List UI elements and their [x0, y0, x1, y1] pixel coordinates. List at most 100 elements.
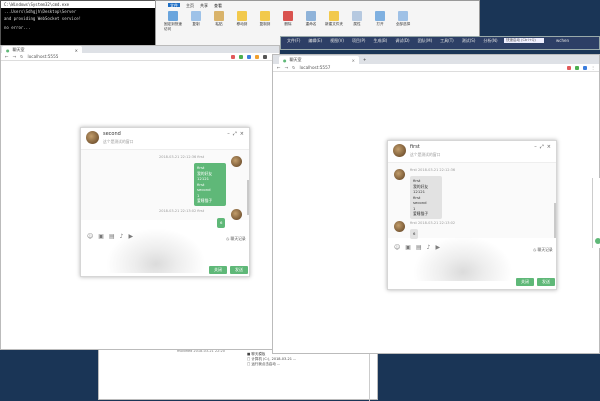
message-area: 2018-03-21 22:12:36 first first 我的好友1212… — [81, 150, 249, 220]
pin-icon — [168, 11, 178, 21]
chat-header: first 这个是测试的窗口 – ⤢ × — [388, 141, 556, 163]
chat-name: first — [410, 144, 420, 150]
forward-icon[interactable]: → — [285, 65, 289, 70]
pin-button[interactable]: 固定到快速访问 — [164, 11, 182, 32]
browser-tab[interactable]: ● 聊天室 × — [279, 56, 359, 64]
extension-icon[interactable] — [574, 65, 579, 70]
maximize-icon[interactable]: ⤢ — [540, 144, 544, 150]
avatar[interactable] — [86, 131, 99, 144]
vs-menu-item[interactable]: 团队(M) — [418, 38, 433, 43]
folder-icon — [237, 11, 247, 21]
move-button[interactable]: 移动到 — [233, 11, 251, 32]
clock-icon: ◷ — [533, 247, 537, 252]
chat-record-link[interactable]: ◷ 聊天记录 — [226, 236, 246, 242]
extension-icon[interactable] — [262, 54, 267, 59]
vs-menu-item[interactable]: 测试(S) — [462, 38, 476, 43]
avatar[interactable] — [394, 169, 405, 180]
explorer-tab[interactable]: 文件 — [168, 3, 180, 8]
minimize-icon[interactable]: – — [534, 144, 537, 150]
vs-menu-item[interactable]: 项目(P) — [352, 38, 366, 43]
extension-icon[interactable] — [566, 65, 571, 70]
emoji-icon[interactable]: ☺ — [87, 233, 93, 240]
vs-window[interactable]: 文件(F) 编辑(E) 视图(V) 项目(P) 生成(B) 调试(D) 团队(M… — [280, 36, 600, 50]
reload-icon[interactable]: ↻ — [20, 54, 24, 59]
copyto-button[interactable]: 复制到 — [256, 11, 274, 32]
explorer-ribbon: 固定到快速访问 复制 粘贴 移动到 复制到 删除 重命名 新建文件夹 属性 打开… — [156, 9, 479, 34]
vs-menu-item[interactable]: 工具(T) — [440, 38, 454, 43]
message-bubble: first 我的好友12121 first second 1 爱睡猫子 — [410, 176, 442, 219]
image-icon[interactable]: ▣ — [405, 244, 411, 251]
new-folder-button[interactable]: 新建文件夹 — [325, 11, 343, 32]
paste-button[interactable]: 粘贴 — [210, 11, 228, 32]
back-icon[interactable]: ← — [277, 65, 281, 70]
right-url[interactable]: localhost:5557 — [300, 65, 563, 70]
avatar[interactable] — [393, 144, 406, 157]
delete-button[interactable]: 删除 — [279, 11, 297, 32]
vs-menu-item[interactable]: 视图(V) — [330, 38, 344, 43]
message-bubble: 6 — [217, 218, 225, 228]
vs-menu-item[interactable]: 调试(D) — [395, 38, 409, 43]
explorer-tab[interactable]: 查看 — [214, 3, 222, 8]
select-all-button[interactable]: 全部选择 — [394, 11, 412, 32]
delete-icon — [283, 11, 293, 21]
close-icon[interactable]: × — [352, 58, 355, 63]
open-icon — [375, 11, 385, 21]
close-icon[interactable]: × — [75, 48, 78, 53]
bg-item[interactable]: □ 运行我点击启动 ... — [247, 362, 280, 367]
reload-icon[interactable]: ↻ — [292, 65, 296, 70]
vs-user[interactable]: wchen — [556, 38, 569, 43]
image-icon[interactable]: ▣ — [98, 233, 104, 240]
tab-favicon-icon: ● — [6, 47, 10, 53]
vs-menu-item[interactable]: 文件(F) — [287, 38, 300, 43]
new-tab-icon[interactable]: + — [363, 57, 366, 62]
scrollbar[interactable] — [247, 180, 249, 215]
avatar[interactable] — [394, 221, 405, 232]
vs-menu-item[interactable]: 生成(B) — [373, 38, 387, 43]
vs-menu-item[interactable]: 编辑(E) — [308, 38, 322, 43]
extension-icon[interactable] — [230, 54, 235, 59]
close-button[interactable]: 关闭 — [516, 278, 534, 286]
open-button[interactable]: 打开 — [371, 11, 389, 32]
status-dot — [595, 238, 600, 244]
menu-icon[interactable]: ⋮ — [591, 65, 595, 70]
vs-menu-item[interactable]: 分析(N) — [483, 38, 497, 43]
forward-icon[interactable]: → — [13, 54, 17, 59]
scrollbar[interactable] — [554, 203, 556, 238]
left-address-bar: ← → ↻ localhost:5555 ⋮ — [1, 53, 279, 61]
explorer-tab[interactable]: 共享 — [200, 3, 208, 8]
avatar[interactable] — [231, 156, 242, 167]
minimize-icon[interactable]: – — [227, 131, 230, 137]
rename-icon — [306, 11, 316, 21]
extension-icon[interactable] — [254, 54, 259, 59]
paste-icon — [214, 11, 224, 21]
close-icon[interactable]: × — [240, 131, 244, 137]
tab-title: 聊天室 — [12, 47, 25, 52]
close-icon[interactable]: × — [547, 144, 551, 150]
copy-button[interactable]: 复制 — [187, 11, 205, 32]
left-url[interactable]: localhost:5555 — [28, 54, 227, 59]
emoji-icon[interactable]: ☺ — [394, 244, 400, 251]
properties-button[interactable]: 属性 — [348, 11, 366, 32]
tab-title: 聊天室 — [289, 57, 302, 62]
chat-header: second 这个是测试的窗口 – ⤢ × — [81, 128, 249, 150]
extension-icon[interactable] — [582, 65, 587, 70]
explorer-tab[interactable]: 主页 — [186, 3, 194, 8]
extension-icon[interactable] — [246, 54, 251, 59]
maximize-icon[interactable]: ⤢ — [233, 131, 237, 137]
send-button[interactable]: 发送 — [537, 278, 555, 286]
avatar[interactable] — [231, 209, 242, 220]
partial-window-edge — [592, 178, 600, 248]
chat-window-right[interactable]: first 这个是测试的窗口 – ⤢ × first 2018-03-21 22… — [387, 140, 557, 290]
chat-record-link[interactable]: ◷ 聊天记录 — [533, 247, 553, 253]
send-button[interactable]: 发送 — [230, 266, 248, 274]
message-meta: first 2018-03-21 22:12:36 — [410, 168, 456, 172]
vs-menu: 文件(F) 编辑(E) 视图(V) 项目(P) 生成(B) 调试(D) 团队(M… — [281, 37, 599, 44]
close-button[interactable]: 关闭 — [209, 266, 227, 274]
extension-icon[interactable] — [238, 54, 243, 59]
chat-window-left[interactable]: second 这个是测试的窗口 – ⤢ × 2018-03-21 22:12:3… — [80, 127, 250, 277]
back-icon[interactable]: ← — [5, 54, 9, 59]
left-tab[interactable]: ● 聊天室 × — [2, 46, 82, 54]
vs-search-input[interactable]: 快速启动 (Ctrl+Q) — [504, 38, 544, 43]
message-meta: 2018-03-21 22:13:02 first — [159, 209, 205, 213]
rename-button[interactable]: 重命名 — [302, 11, 320, 32]
